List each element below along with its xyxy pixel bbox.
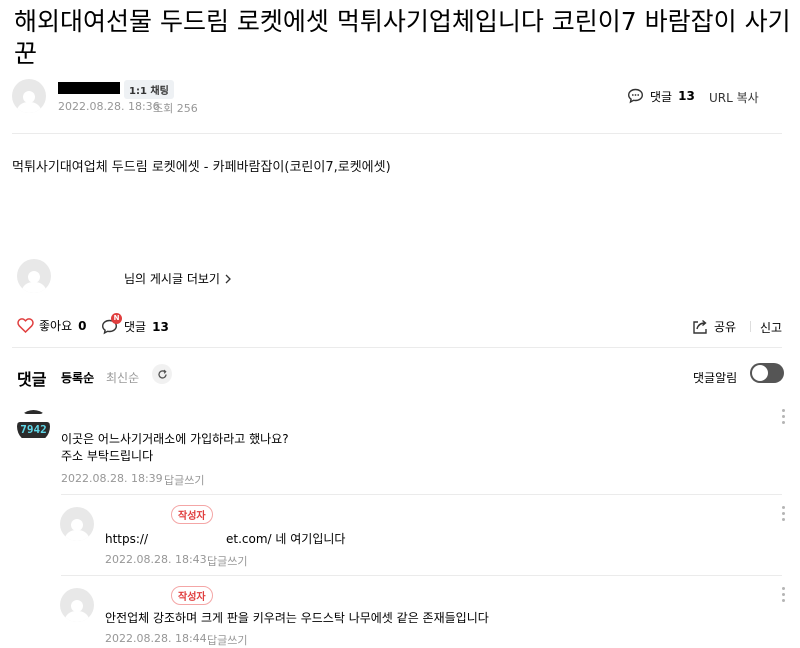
more-posts-label: 님의 게시글 더보기 [124, 272, 220, 286]
comment-date: 2022.08.28. 18:44 [105, 632, 207, 645]
comment-icon: N [101, 312, 122, 335]
url-copy-button[interactable]: URL 복사 [709, 89, 759, 106]
action-separator [750, 321, 751, 332]
comment-divider [61, 575, 782, 576]
chevron-right-icon [225, 274, 231, 284]
like-button[interactable]: 좋아요 0 [17, 317, 86, 334]
new-badge: N [111, 312, 122, 324]
like-count: 0 [78, 318, 87, 333]
reply-avatar[interactable] [60, 588, 94, 622]
comment-link-prefix[interactable]: https:// [105, 532, 148, 546]
comment-notify-label: 댓글알림 [693, 371, 738, 385]
post-views: 조회 256 [153, 102, 198, 115]
chat-button[interactable]: 1:1 채팅 [124, 80, 174, 99]
report-button[interactable]: 신고 [760, 319, 782, 336]
post-comment-label: 댓글 [650, 89, 673, 104]
actions-divider [12, 347, 782, 348]
comment-text: 안전업체 강조하며 크게 판을 키우려는 우드스탁 나무에셋 같은 존재들입니다 [105, 611, 489, 625]
comments-heading: 댓글 [17, 370, 47, 389]
comment-date: 2022.08.28. 18:39 [61, 472, 163, 485]
reply-button[interactable]: 답글쓰기 [164, 472, 204, 488]
comment-notify-toggle[interactable] [750, 363, 784, 383]
post-title: 해외대여선물 두드림 로켓에셋 먹튀사기업체입니다 코린이7 바람잡이 사기꾼 [14, 7, 791, 68]
sort-latest-tab[interactable]: 최신순 [106, 369, 139, 386]
heart-icon [17, 318, 34, 333]
author-name-redacted[interactable] [105, 512, 167, 522]
post-comment-link[interactable]: 댓글 13 [627, 87, 695, 105]
comment-text-line: 이곳은 어느사기거래소에 가입하라고 했나요? [61, 432, 289, 446]
header-divider [12, 133, 782, 134]
share-button[interactable]: 공유 [692, 318, 736, 335]
comment-date: 2022.08.28. 18:43 [105, 553, 207, 566]
comment-text-line: 주소 부탁드립니다 [61, 449, 154, 463]
post-body: 먹튀사기대여업체 두드림 로켓에셋 - 카페바람잡이(코린이7,로켓에셋) [12, 160, 391, 175]
author-name-redacted[interactable] [105, 591, 167, 601]
reply-button[interactable]: 답글쓰기 [207, 632, 247, 648]
comment-divider [61, 494, 782, 495]
post-comment-count: 13 [678, 89, 695, 103]
comment-more-icon[interactable] [782, 506, 785, 524]
reply-button[interactable]: 답글쓰기 [207, 553, 247, 569]
comment-text: https:// et.com/ 네 여기입니다 [105, 530, 345, 547]
share-icon [692, 319, 708, 334]
more-posts-link[interactable]: 님의 게시글 더보기 [124, 270, 231, 287]
comment-more-icon[interactable] [782, 587, 785, 605]
author-name-redacted[interactable] [58, 82, 120, 94]
refresh-icon [157, 369, 168, 380]
comment-link-suffix: et.com/ 네 여기입니다 [226, 532, 346, 546]
reply-avatar[interactable] [60, 507, 94, 541]
share-label: 공유 [714, 320, 737, 334]
like-label: 좋아요 [39, 319, 73, 333]
comment-avatar-badge: 7942 [17, 422, 50, 438]
comment-action-label: 댓글 [124, 320, 147, 334]
comment-avatar[interactable]: 7942 [17, 410, 50, 443]
refresh-button[interactable] [152, 364, 172, 384]
author-badge: 작성자 [171, 505, 213, 524]
comment-action-button[interactable]: N 댓글 13 [101, 312, 169, 335]
post-date: 2022.08.28. 18:36 [58, 100, 160, 113]
comment-action-count: 13 [152, 319, 169, 334]
comment-more-icon[interactable] [782, 409, 785, 427]
sort-registered-tab[interactable]: 등록순 [61, 369, 94, 386]
comment-icon [627, 88, 644, 104]
author-avatar[interactable] [12, 79, 46, 113]
more-posts-avatar[interactable] [17, 259, 51, 293]
author-badge: 작성자 [171, 586, 213, 605]
